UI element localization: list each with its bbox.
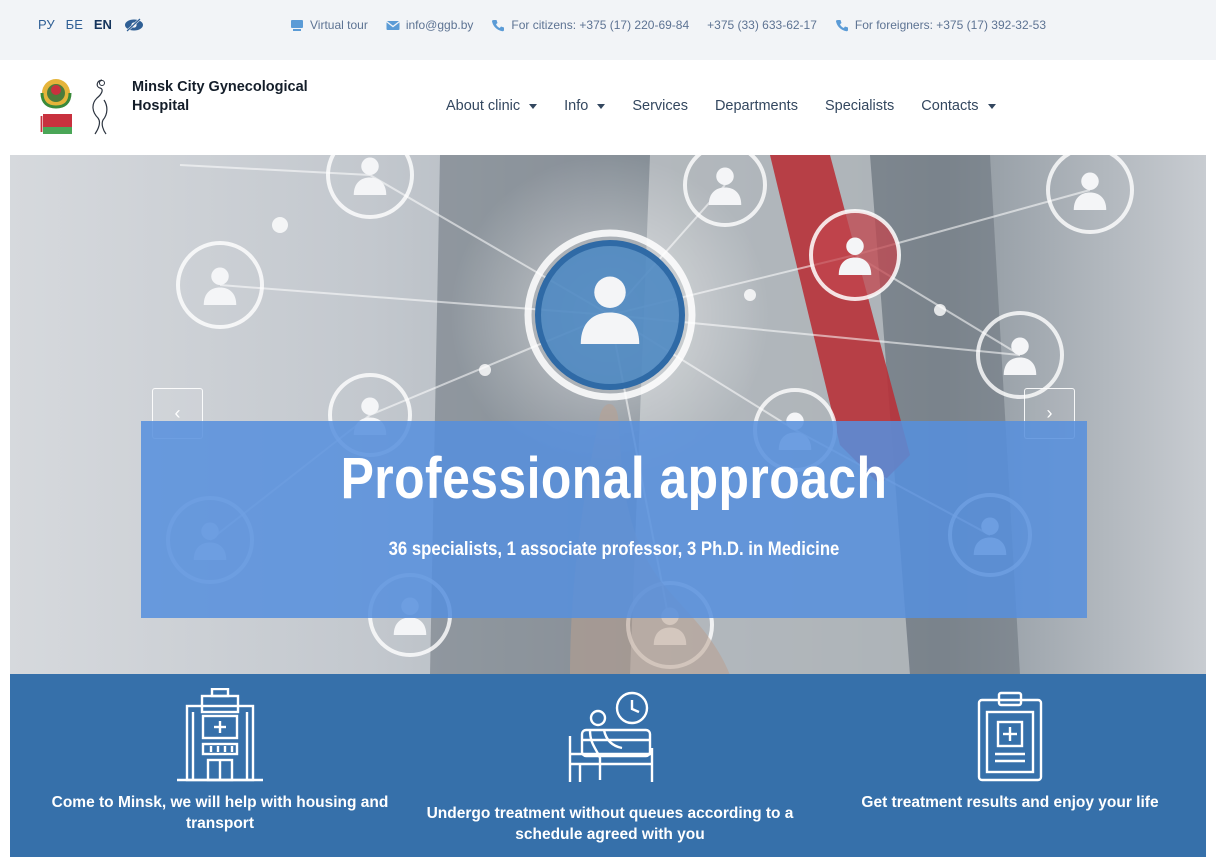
hero-banner: Professional approach 36 specialists, 1 … [141, 421, 1087, 618]
nav-services-label: Services [632, 98, 688, 114]
nav-about-clinic-label: About clinic [446, 98, 521, 114]
phone-citizens-mobile-text: +375 (33) 633-62-17 [707, 18, 817, 32]
contact-strip: Virtual tour info@ggb.by For citizens: +… [290, 18, 1064, 32]
nav-departments-label: Departments [714, 98, 798, 114]
eye-slash-icon[interactable] [123, 17, 145, 32]
caret-down-icon [529, 103, 538, 109]
tour-icon [290, 19, 304, 32]
nav-about-clinic[interactable]: About clinic [446, 98, 538, 114]
feature-housing-text: Come to Minsk, we will help with housing… [51, 794, 389, 832]
lang-en-link[interactable]: EN [94, 17, 112, 32]
main-nav: About clinic Info Services Departments S… [446, 98, 1023, 114]
email-link[interactable]: info@ggb.by [385, 18, 474, 32]
caret-down-icon [597, 103, 606, 109]
feature-results: Get treatment results and enjoy your lif… [820, 674, 1200, 857]
caret-down-icon [987, 103, 996, 109]
brand-name[interactable]: Minsk City Gynecological Hospital [132, 78, 332, 116]
lang-ru-link[interactable]: РУ [38, 17, 55, 32]
phone-icon [835, 19, 849, 32]
lang-be-link[interactable]: БЕ [66, 17, 83, 32]
virtual-tour-label: Virtual tour [310, 18, 368, 32]
feature-housing: Come to Minsk, we will help with housing… [30, 674, 410, 857]
nav-contacts[interactable]: Contacts [921, 98, 996, 114]
phone-citizens-text: For citizens: +375 (17) 220-69-84 [511, 18, 690, 32]
nav-contacts-label: Contacts [921, 98, 979, 114]
state-emblem-logo[interactable] [38, 76, 74, 134]
hero-carousel: ‹ › Professional approach 36 specialists… [10, 155, 1206, 675]
nav-departments[interactable]: Departments [715, 98, 798, 114]
nav-info[interactable]: Info [564, 98, 606, 114]
phone-citizens-mobile-link[interactable]: +375 (33) 633-62-17 [707, 18, 817, 32]
feature-no-queues-text: Undergo treatment without queues accordi… [426, 805, 794, 843]
hospital-logo-figure[interactable] [88, 78, 112, 136]
feature-results-text: Get treatment results and enjoy your lif… [861, 794, 1159, 811]
hero-headline: Professional approach [340, 446, 888, 511]
hospital-building-icon [177, 688, 263, 782]
nav-specialists-label: Specialists [824, 98, 895, 114]
top-utility-bar: РУ БЕ EN Virtual tour info@ggb.by For ci… [0, 0, 1216, 60]
phone-foreigners-text: For foreigners: +375 (17) 392-32-53 [854, 18, 1046, 32]
virtual-tour-link[interactable]: Virtual tour [290, 18, 368, 32]
patient-bed-clock-icon [568, 691, 654, 782]
medical-clipboard-icon [977, 691, 1043, 782]
email-address: info@ggb.by [405, 18, 474, 32]
nav-specialists[interactable]: Specialists [825, 98, 894, 114]
language-switcher: РУ БЕ EN [38, 17, 145, 32]
feature-no-queues: Undergo treatment without queues accordi… [420, 674, 800, 857]
features-strip: Come to Minsk, we will help with housing… [10, 674, 1206, 857]
phone-icon [491, 19, 505, 32]
phone-foreigners-link[interactable]: For foreigners: +375 (17) 392-32-53 [835, 18, 1046, 32]
phone-citizens-link[interactable]: For citizens: +375 (17) 220-69-84 [491, 18, 689, 32]
envelope-icon [385, 19, 400, 32]
nav-services[interactable]: Services [632, 98, 688, 114]
nav-info-label: Info [564, 98, 589, 114]
hero-subline: 36 specialists, 1 associate professor, 3… [388, 539, 840, 560]
